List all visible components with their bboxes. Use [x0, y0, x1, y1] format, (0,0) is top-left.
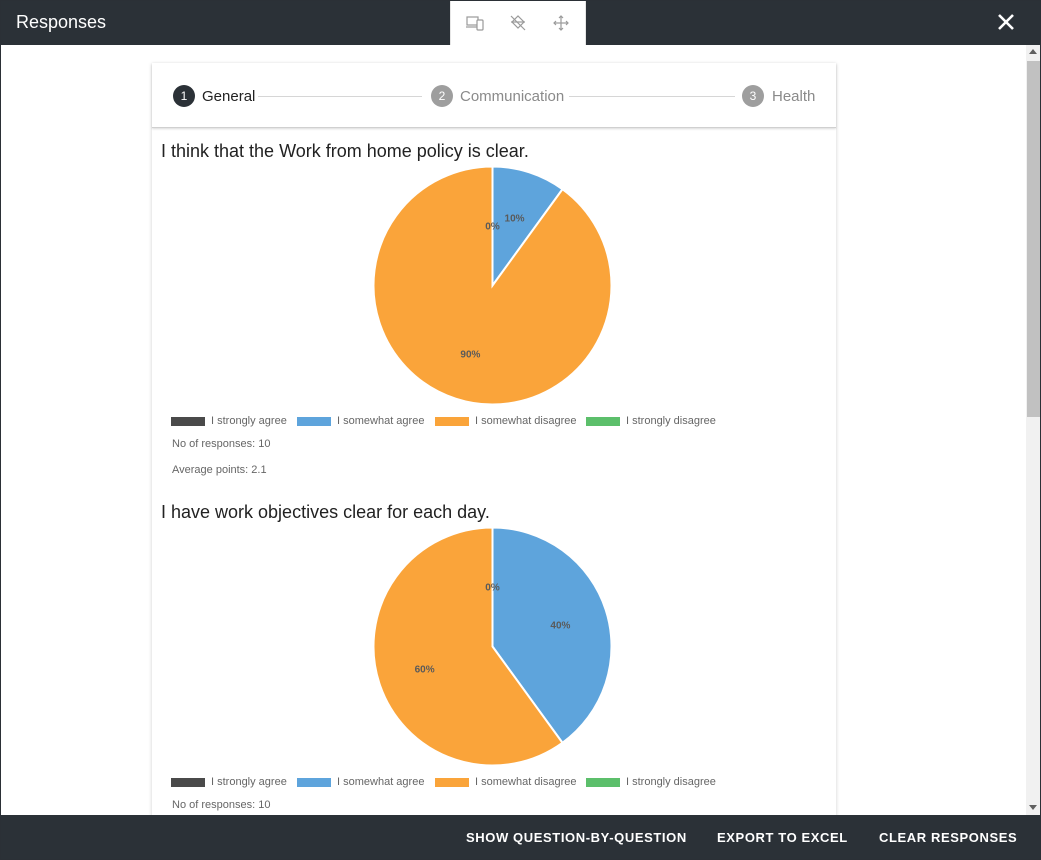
question-title: I have work objectives clear for each da… — [161, 502, 490, 522]
data-label: 0% — [485, 222, 500, 233]
pie-slice[interactable] — [372, 165, 613, 406]
legend-swatch — [435, 417, 469, 426]
response-count: No of responses: 10 — [172, 438, 271, 450]
data-label: 60% — [415, 665, 435, 676]
average-points: Average points: 2.1 — [172, 464, 267, 476]
legend-swatch — [586, 417, 620, 426]
legend-swatch — [435, 778, 469, 787]
export-to-excel-button[interactable]: EXPORT TO EXCEL — [717, 830, 848, 845]
responses-card: 1 General 2 Communication 3 Health I thi… — [152, 63, 836, 815]
window-title: Responses — [16, 12, 107, 32]
footer-bar: SHOW QUESTION-BY-QUESTION EXPORT TO EXCE… — [1, 815, 1040, 859]
close-icon[interactable] — [994, 10, 1018, 34]
scroll-thumb[interactable] — [1027, 61, 1040, 417]
legend-swatch — [586, 778, 620, 787]
move-icon[interactable] — [551, 13, 571, 33]
step-health-label[interactable]: Health — [772, 88, 815, 105]
toolbox — [450, 1, 586, 45]
legend-label: I somewhat disagree — [475, 415, 577, 427]
legend-label: I strongly agree — [211, 415, 287, 427]
legend-swatch — [297, 778, 331, 787]
pie-chart: 0% 40% 60% — [372, 526, 613, 767]
data-label: 40% — [550, 620, 570, 631]
responses-content[interactable]: 1 General 2 Communication 3 Health I thi… — [1, 45, 1026, 815]
section-stepper: 1 General 2 Communication 3 Health — [152, 63, 836, 128]
responses-window: Responses 1 General 2 Communication 3 He… — [0, 0, 1041, 860]
pie-chart: 0% 10% 90% — [372, 165, 613, 406]
legend-label: I strongly agree — [211, 776, 287, 788]
data-label: 90% — [460, 349, 480, 360]
step-1-number[interactable]: 1 — [173, 85, 195, 107]
clear-responses-button[interactable]: CLEAR RESPONSES — [879, 830, 1017, 845]
vertical-scrollbar[interactable] — [1026, 45, 1040, 815]
step-2-number[interactable]: 2 — [431, 85, 453, 107]
legend-swatch — [297, 417, 331, 426]
step-3-number[interactable]: 3 — [742, 85, 764, 107]
data-label: 0% — [485, 583, 500, 594]
scroll-up-arrow[interactable] — [1029, 49, 1037, 54]
step-connector — [258, 96, 422, 97]
devices-icon[interactable] — [465, 13, 485, 33]
title-bar: Responses — [1, 1, 1040, 45]
response-count: No of responses: 10 — [172, 799, 271, 811]
step-connector — [569, 96, 735, 97]
legend-label: I somewhat agree — [337, 776, 425, 788]
legend-swatch — [171, 778, 205, 787]
show-question-by-question-button[interactable]: SHOW QUESTION-BY-QUESTION — [466, 830, 687, 845]
chart-legend: I strongly agree I somewhat agree I somewh… — [171, 776, 771, 790]
legend-label: I somewhat agree — [337, 415, 425, 427]
data-label: 10% — [505, 214, 525, 225]
step-general-label[interactable]: General — [202, 88, 255, 105]
step-communication-label[interactable]: Communication — [460, 88, 564, 105]
scroll-down-arrow[interactable] — [1029, 805, 1037, 810]
question-title: I think that the Work from home policy i… — [161, 141, 529, 161]
legend-label: I strongly disagree — [626, 415, 716, 427]
legend-label: I somewhat disagree — [475, 776, 577, 788]
legend-label: I strongly disagree — [626, 776, 716, 788]
chart-legend: I strongly agree I somewhat agree I somewh… — [171, 415, 771, 429]
legend-swatch — [171, 417, 205, 426]
paint-bucket-icon[interactable] — [508, 13, 528, 33]
